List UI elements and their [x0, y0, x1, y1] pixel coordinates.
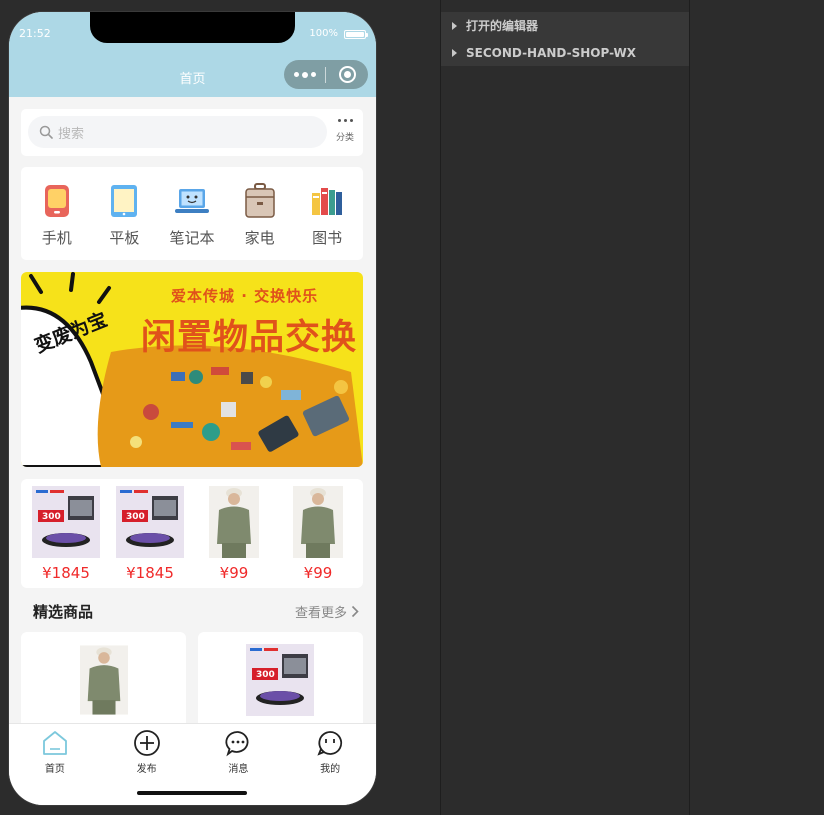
svg-text:300: 300 — [126, 512, 145, 522]
product-price: ¥99 — [219, 564, 249, 582]
category-label: 笔记本 — [169, 229, 215, 247]
phone-icon — [44, 185, 69, 217]
phone-simulator: 21:52 100% 首页 搜索 分类 手机 平板 笔记本 家电 图书 变废为宝… — [9, 12, 376, 805]
sweater-model-image — [293, 486, 343, 558]
navigation-bar: 21:52 100% 首页 — [9, 12, 376, 97]
laptop-icon — [174, 189, 209, 213]
search-input[interactable]: 搜索 — [28, 116, 327, 148]
svg-text:300: 300 — [42, 512, 61, 522]
category-books[interactable]: 图书 — [296, 167, 358, 260]
product-card[interactable]: ¥99 — [278, 479, 358, 588]
product-price: ¥1845 — [42, 564, 90, 582]
caret-right-icon — [452, 48, 457, 57]
home-indicator — [137, 791, 247, 795]
search-icon — [39, 125, 53, 139]
menu-capsule — [284, 60, 368, 89]
banner-slogan: 爱本传城 · 交换快乐 — [171, 287, 319, 305]
product-card[interactable]: ¥99 — [194, 479, 274, 588]
category-label: 家电 — [244, 229, 275, 247]
file-explorer: 打开的编辑器 SECOND-HAND-SHOP-WX — [441, 12, 689, 66]
view-more-label: 查看更多 — [294, 606, 347, 621]
device-notch — [90, 12, 295, 43]
category-laptop[interactable]: 笔记本 — [161, 167, 223, 260]
search-bar: 搜索 分类 — [21, 109, 363, 156]
category-label: 平板 — [109, 229, 140, 247]
tab-home[interactable]: 首页 — [9, 724, 101, 805]
featured-header: 精选商品 查看更多 — [21, 598, 363, 623]
product-price: ¥1845 — [126, 564, 174, 582]
battery-icon — [344, 30, 368, 39]
robot-vacuum-image: 300 — [32, 486, 100, 558]
category-label: 图书 — [312, 229, 343, 247]
sweater-model-image — [209, 486, 259, 558]
status-time: 21:52 — [19, 27, 51, 40]
tablet-icon — [111, 185, 138, 217]
profile-icon — [317, 731, 343, 756]
search-placeholder: 搜索 — [58, 126, 85, 142]
chat-icon — [225, 731, 249, 757]
category-phone[interactable]: 手机 — [26, 167, 88, 260]
panel-divider[interactable] — [689, 0, 690, 815]
close-miniprogram-button[interactable] — [326, 66, 368, 83]
home-icon — [42, 731, 67, 755]
tab-profile[interactable]: 我的 — [284, 724, 376, 805]
section-label: 打开的编辑器 — [466, 19, 539, 33]
battery-percent: 100% — [309, 28, 338, 39]
recommended-strip: 300 ¥1845 300 ¥1845 ¥99 ¥99 — [21, 479, 363, 588]
tab-label: 发布 — [136, 764, 157, 775]
tab-label: 我的 — [320, 764, 341, 775]
robot-vacuum-image: 300 — [246, 644, 314, 716]
add-circle-icon — [133, 730, 160, 756]
product-card[interactable]: 300 ¥1845 — [110, 479, 190, 588]
promo-banner[interactable]: 变废为宝 爱本传城 · 交换快乐 闲置物品交换 — [21, 272, 363, 467]
appliance-icon — [244, 183, 275, 218]
panel-divider[interactable] — [440, 0, 441, 815]
section-title: 精选商品 — [33, 603, 94, 621]
more-options-button[interactable] — [284, 71, 325, 78]
svg-text:300: 300 — [256, 670, 275, 680]
sweater-model-image — [80, 645, 128, 715]
open-editors-section[interactable]: 打开的编辑器 — [441, 12, 689, 39]
folder-label: SECOND-HAND-SHOP-WX — [466, 45, 636, 60]
books-icon — [312, 188, 343, 215]
category-tablet[interactable]: 平板 — [93, 167, 155, 260]
chevron-right-icon — [351, 605, 359, 618]
view-more-link[interactable]: 查看更多 — [295, 602, 359, 621]
category-label: 手机 — [41, 229, 72, 247]
tab-label: 消息 — [228, 764, 249, 775]
product-card[interactable]: 300 ¥1845 — [26, 479, 106, 588]
project-folder[interactable]: SECOND-HAND-SHOP-WX — [441, 39, 689, 66]
banner-title: 闲置物品交换 — [141, 318, 358, 358]
category-grid: 手机 平板 笔记本 家电 图书 — [21, 167, 363, 260]
category-label: 分类 — [335, 133, 354, 143]
category-appliance[interactable]: 家电 — [229, 167, 291, 260]
product-price: ¥99 — [303, 564, 333, 582]
caret-right-icon — [452, 21, 457, 30]
more-dots-icon — [333, 119, 357, 122]
category-button[interactable]: 分类 — [333, 116, 357, 143]
tab-label: 首页 — [44, 764, 65, 775]
target-icon — [338, 66, 356, 83]
robot-vacuum-image: 300 — [116, 486, 184, 558]
